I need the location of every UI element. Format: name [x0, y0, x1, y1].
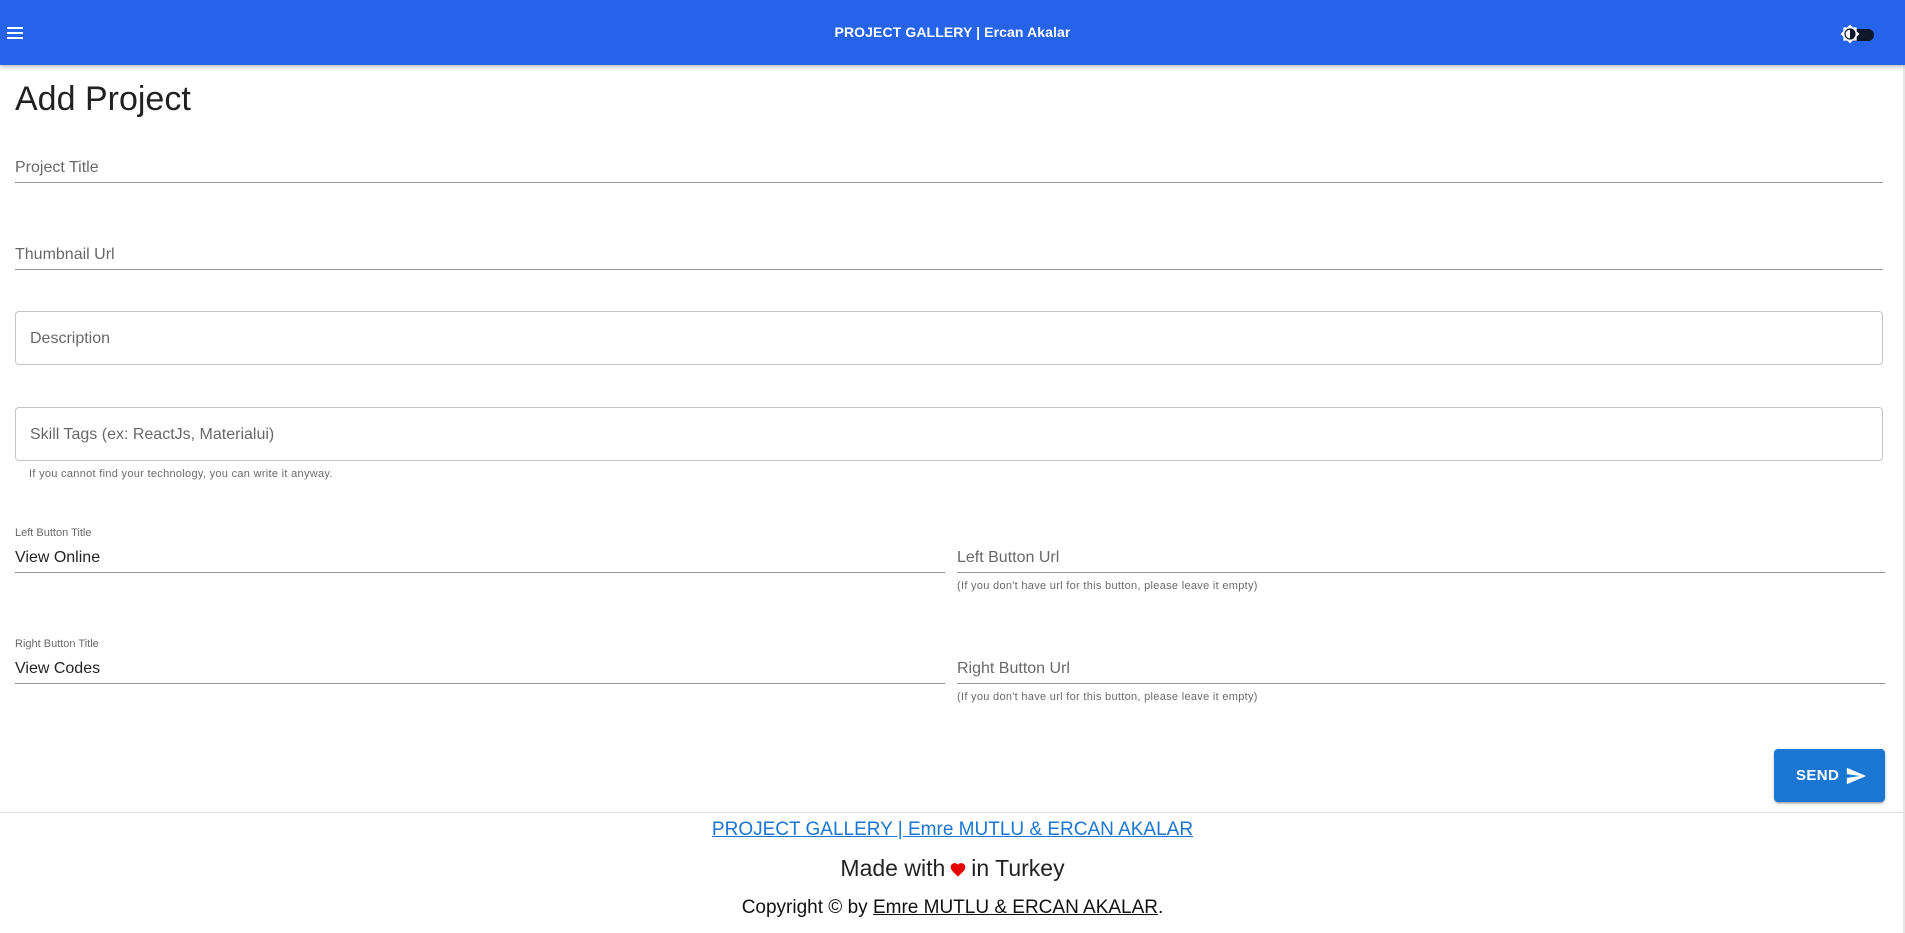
made-with-suffix: in Turkey: [971, 855, 1065, 881]
project-title-field[interactable]: [15, 143, 1883, 183]
right-button-title-label: Right Button Title: [15, 638, 99, 650]
copyright-suffix: .: [1158, 897, 1164, 918]
made-with-text: Made with in Turkey: [0, 855, 1905, 882]
field-underline: [15, 683, 945, 684]
send-button[interactable]: SEND: [1774, 749, 1885, 802]
field-underline: [15, 572, 945, 573]
thumbnail-url-input[interactable]: [15, 244, 1883, 266]
skill-tags-input[interactable]: [30, 424, 1868, 446]
app-bar: PROJECT GALLERY | Ercan Akalar: [0, 0, 1905, 65]
field-underline: [15, 182, 1883, 183]
copyright-authors-link[interactable]: Emre MUTLU & ERCAN AKALAR: [873, 897, 1158, 918]
skill-tags-field[interactable]: [15, 407, 1883, 461]
right-button-url-field[interactable]: [957, 644, 1885, 684]
description-field[interactable]: [15, 311, 1883, 365]
left-button-url-helper: (If you don't have url for this button, …: [957, 580, 1258, 592]
theme-toggle[interactable]: [1838, 24, 1878, 44]
left-button-title-input[interactable]: [15, 547, 945, 569]
left-button-url-field[interactable]: [957, 533, 1885, 573]
page-title: Add Project: [15, 80, 191, 118]
brightness-icon: [1840, 24, 1860, 44]
copyright-prefix: Copyright © by: [741, 897, 868, 918]
left-button-title-label: Left Button Title: [15, 527, 92, 539]
right-button-title-input[interactable]: [15, 658, 945, 680]
description-input[interactable]: [30, 328, 1868, 350]
copyright-text: Copyright © by Emre MUTLU & ERCAN AKALAR…: [0, 897, 1905, 919]
send-button-label: SEND: [1796, 767, 1840, 784]
project-title-input[interactable]: [15, 157, 1883, 179]
footer-divider: [0, 812, 1905, 813]
field-underline: [15, 269, 1883, 270]
field-underline: [957, 683, 1885, 684]
field-underline: [957, 572, 1885, 573]
made-with-prefix: Made with: [840, 855, 946, 881]
right-button-url-input[interactable]: [957, 658, 1885, 680]
thumbnail-url-field[interactable]: [15, 230, 1883, 270]
app-title: PROJECT GALLERY | Ercan Akalar: [834, 24, 1071, 40]
page: PROJECT GALLERY | Ercan Akalar Add Proje…: [0, 0, 1905, 933]
right-button-url-helper: (If you don't have url for this button, …: [957, 691, 1258, 703]
right-button-title-field[interactable]: Right Button Title: [15, 638, 945, 684]
footer-link-row: PROJECT GALLERY | Emre MUTLU & ERCAN AKA…: [0, 819, 1905, 841]
left-button-title-field[interactable]: Left Button Title: [15, 527, 945, 573]
skill-tags-helper: If you cannot find your technology, you …: [29, 468, 333, 480]
left-button-url-input[interactable]: [957, 547, 1885, 569]
footer-project-link[interactable]: PROJECT GALLERY | Emre MUTLU & ERCAN AKA…: [712, 819, 1193, 840]
heart-icon: [950, 863, 966, 877]
send-icon: [1846, 767, 1867, 785]
